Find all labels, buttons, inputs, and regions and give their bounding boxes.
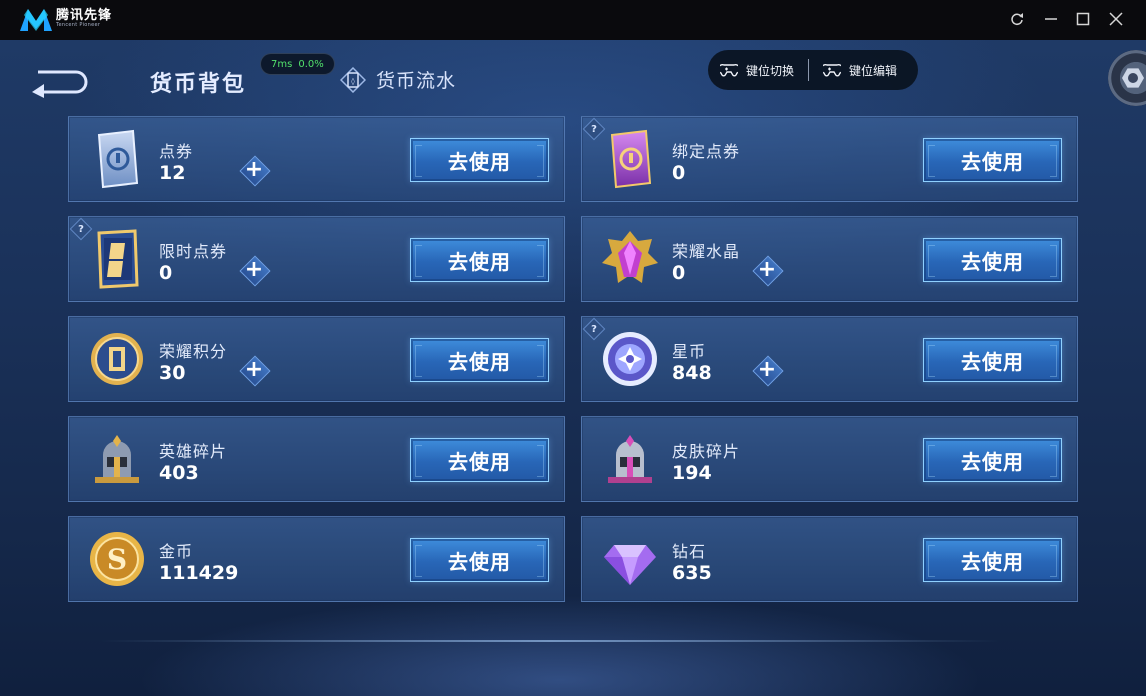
use-limited-coupon-button[interactable]: 去使用 — [410, 238, 549, 282]
game-viewport: 货币背包 7ms 0.0% ◊ 货币流水 键位切换 键位编辑 点券 12 + 去… — [0, 40, 1146, 696]
plus-icon: + — [244, 357, 264, 382]
limited-coupon-icon — [97, 229, 139, 289]
currency-card-gold: S 金币 111429 去使用 — [68, 516, 565, 602]
currency-name: 荣耀积分 — [159, 342, 228, 361]
currency-name: 绑定点券 — [672, 142, 741, 161]
keymap-edit-label: 键位编辑 — [849, 63, 898, 78]
plus-icon: + — [757, 257, 777, 282]
add-star-coin-button[interactable]: + — [753, 356, 781, 384]
svg-text:◊: ◊ — [351, 77, 355, 85]
currency-card-diamond: 钻石 635 去使用 — [581, 516, 1078, 602]
close-button[interactable] — [1105, 8, 1127, 30]
currency-name: 荣耀水晶 — [672, 242, 741, 261]
currency-card-glory-points: 荣耀积分 30 + 去使用 — [68, 316, 565, 402]
keymap-edit-button[interactable]: 键位编辑 — [823, 62, 897, 79]
app-name-cn: 腾讯先锋 — [56, 8, 113, 23]
skin-fragment-icon — [608, 435, 652, 483]
diamond-icon — [604, 545, 656, 585]
use-glory-points-button[interactable]: 去使用 — [410, 338, 549, 382]
currency-card-coupon: 点券 12 + 去使用 — [68, 116, 565, 202]
currency-amount: 194 — [672, 462, 712, 484]
currency-amount: 30 — [159, 362, 186, 384]
currency-name: 钻石 — [672, 542, 707, 561]
network-status-badge: 7ms 0.0% — [260, 53, 335, 75]
currency-name: 限时点券 — [159, 242, 228, 261]
add-limited-coupon-button[interactable]: + — [240, 256, 268, 284]
currency-name: 金币 — [159, 542, 194, 561]
star-coin-icon — [603, 332, 657, 386]
use-glory-crystal-button[interactable]: 去使用 — [923, 238, 1062, 282]
keymap-divider — [808, 59, 810, 81]
currency-amount: 0 — [672, 162, 686, 184]
glory-crystal-icon — [602, 231, 658, 283]
currency-amount: 111429 — [159, 562, 239, 584]
glory-points-icon — [91, 333, 143, 385]
svg-text:S: S — [107, 543, 127, 576]
app-titlebar: 腾讯先锋 Tencent Pioneer — [0, 0, 1146, 40]
currency-name: 英雄碎片 — [159, 442, 228, 461]
app-name-en: Tencent Pioneer — [56, 22, 101, 28]
plus-icon: + — [757, 357, 777, 382]
use-hero-fragment-button[interactable]: 去使用 — [410, 438, 549, 482]
add-glory-points-button[interactable]: + — [240, 356, 268, 384]
back-arrow-button[interactable] — [28, 64, 90, 98]
minimize-icon — [1045, 18, 1057, 20]
app-name: 腾讯先锋 Tencent Pioneer — [56, 9, 112, 28]
maximize-button[interactable] — [1072, 8, 1094, 30]
plus-icon: + — [244, 157, 264, 182]
keymap-switch-button[interactable]: 键位切换 — [720, 62, 794, 79]
use-diamond-button[interactable]: 去使用 — [923, 538, 1062, 582]
currency-amount: 635 — [672, 562, 712, 584]
settings-gear-button[interactable] — [1108, 50, 1146, 106]
maximize-icon — [1076, 12, 1090, 26]
currency-amount: 12 — [159, 162, 186, 184]
currency-name: 皮肤碎片 — [672, 442, 741, 461]
currency-amount: 0 — [159, 262, 173, 284]
keymap-switch-label: 键位切换 — [746, 63, 795, 78]
currency-amount: 0 — [672, 262, 686, 284]
refresh-icon — [1011, 13, 1023, 26]
add-glory-crystal-button[interactable]: + — [753, 256, 781, 284]
hero-fragment-icon — [95, 435, 139, 483]
currency-name: 星币 — [672, 342, 707, 361]
currency-card-limited-coupon: ? 限时点券 0 + 去使用 — [68, 216, 565, 302]
currency-name: 点券 — [159, 142, 194, 161]
use-gold-button[interactable]: 去使用 — [410, 538, 549, 582]
currency-card-hero-fragment: 英雄碎片 403 去使用 — [68, 416, 565, 502]
gold-coin-icon: S — [90, 532, 144, 586]
currency-flow-icon: ◊ — [340, 66, 366, 93]
minimize-button[interactable] — [1040, 8, 1062, 30]
gamepad-icon — [823, 64, 842, 77]
loss-value: 0.0% — [298, 58, 324, 70]
coupon-card-icon — [97, 129, 139, 189]
decorative-glow-line — [100, 640, 1000, 642]
currency-amount: 848 — [672, 362, 712, 384]
keymap-toolbar: 键位切换 键位编辑 — [708, 50, 918, 90]
currency-amount: 403 — [159, 462, 199, 484]
currency-card-skin-fragment: 皮肤碎片 194 去使用 — [581, 416, 1078, 502]
tab-currency-flow[interactable]: ◊ 货币流水 — [340, 66, 456, 93]
close-icon — [1109, 12, 1123, 26]
gamepad-icon — [720, 64, 738, 77]
page-title: 货币背包 — [150, 72, 247, 97]
plus-icon: + — [244, 257, 264, 282]
ping-value: 7ms — [271, 58, 293, 70]
use-star-coin-button[interactable]: 去使用 — [923, 338, 1062, 382]
app-logo-icon — [20, 9, 52, 31]
currency-card-star-coin: ? 星币 848 + 去使用 — [581, 316, 1078, 402]
tab-currency-flow-label: 货币流水 — [376, 70, 457, 92]
use-skin-fragment-button[interactable]: 去使用 — [923, 438, 1062, 482]
use-coupon-button[interactable]: 去使用 — [410, 138, 549, 182]
use-bound-coupon-button[interactable]: 去使用 — [923, 138, 1062, 182]
currency-card-glory-crystal: 荣耀水晶 0 + 去使用 — [581, 216, 1078, 302]
currency-card-bound-coupon: ? 绑定点券 0 去使用 — [581, 116, 1078, 202]
bound-coupon-card-icon — [610, 129, 652, 189]
refresh-button[interactable] — [1006, 8, 1028, 30]
add-coupon-button[interactable]: + — [240, 156, 268, 184]
